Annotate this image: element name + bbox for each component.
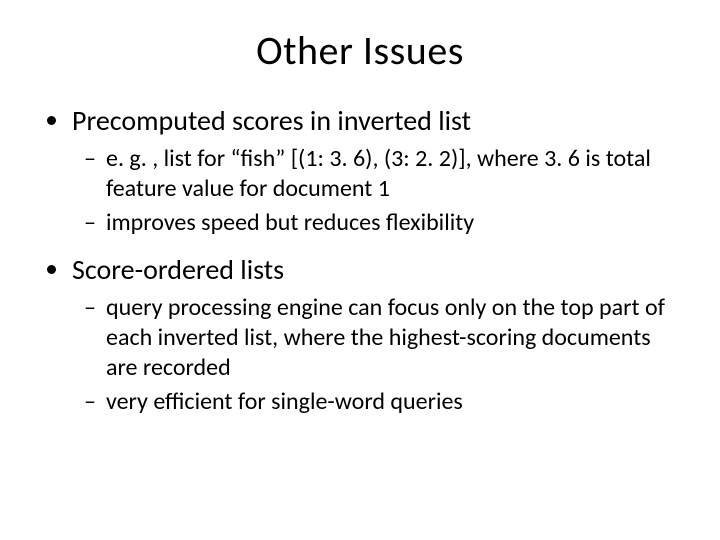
bullet-item: Score-ordered lists query processing eng…	[72, 252, 680, 417]
bullet-text: Precomputed scores in inverted list	[72, 103, 471, 138]
bullet-text: Score-ordered lists	[72, 252, 284, 287]
sub-bullet-list: query processing engine can focus only o…	[72, 293, 680, 417]
bullet-list: Precomputed scores in inverted list e. g…	[40, 103, 680, 417]
sub-bullet-item: e. g. , list for “fish” [(1: 3. 6), (3: …	[106, 144, 680, 204]
slide-title: Other Issues	[40, 26, 680, 75]
sub-bullet-item: very efficient for single-word queries	[106, 387, 680, 417]
bullet-item: Precomputed scores in inverted list e. g…	[72, 103, 680, 238]
slide: Other Issues Precomputed scores in inver…	[0, 0, 720, 540]
sub-bullet-item: query processing engine can focus only o…	[106, 293, 680, 383]
sub-bullet-item: improves speed but reduces flexibility	[106, 208, 680, 238]
sub-bullet-list: e. g. , list for “fish” [(1: 3. 6), (3: …	[72, 144, 680, 238]
